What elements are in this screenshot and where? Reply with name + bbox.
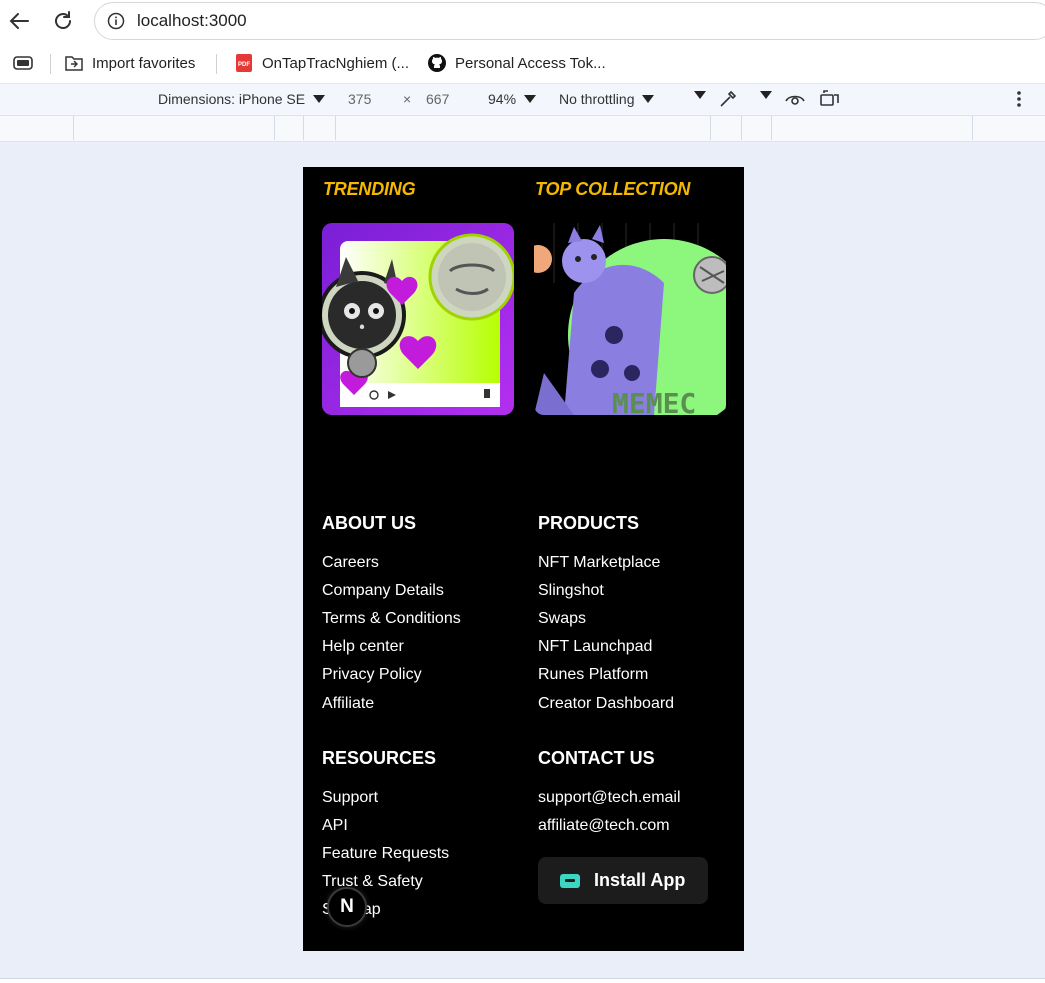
nextjs-dev-indicator[interactable]: N	[327, 887, 367, 927]
bookmark-import-favorites[interactable]: Import favorites	[64, 52, 195, 74]
info-icon[interactable]	[107, 12, 125, 35]
link-api[interactable]: API	[322, 817, 348, 835]
viewport-edge	[0, 978, 1045, 983]
trending-card-image[interactable]	[322, 223, 514, 415]
link-support[interactable]: Support	[322, 789, 378, 807]
install-app-button[interactable]: Install App	[538, 857, 708, 904]
bookmarks-bar: Import favorites PDF OnTapTracNghiem (..…	[0, 42, 1045, 84]
height-input[interactable]: 667	[426, 91, 449, 107]
eyedropper-icon[interactable]	[717, 88, 739, 110]
products-heading: PRODUCTS	[538, 513, 640, 533]
zoom-select[interactable]: 94%	[488, 91, 537, 107]
svg-text:PDF: PDF	[238, 62, 250, 68]
width-input[interactable]: 375	[348, 91, 371, 107]
times-sign: ×	[403, 91, 412, 107]
bookmark-ontaptracnghiem[interactable]: PDF OnTapTracNghiem (...	[234, 52, 409, 74]
link-help-center[interactable]: Help center	[322, 638, 404, 656]
ruler-tick	[335, 116, 336, 140]
ruler-tick	[771, 116, 772, 140]
ruler-tick	[741, 116, 742, 140]
throttling-label: No throttling	[559, 91, 635, 107]
bookmark-label: OnTapTracNghiem (...	[262, 54, 409, 72]
chevron-down-icon	[760, 91, 772, 99]
reload-icon	[55, 11, 71, 29]
link-company-details[interactable]: Company Details	[322, 582, 444, 600]
bookmark-label: Import favorites	[92, 54, 196, 72]
ruler-tick	[710, 116, 711, 140]
trending-title: TRENDING	[323, 179, 416, 199]
throttling-select[interactable]: No throttling	[559, 91, 655, 107]
ruler-tick	[274, 116, 275, 140]
ruler-tick	[73, 116, 74, 140]
device-label: Dimensions: iPhone SE	[158, 91, 306, 107]
link-support-email[interactable]: support@tech.email	[538, 789, 681, 807]
url-text: localhost:3000	[137, 11, 247, 30]
bookmark-personal-access-token[interactable]: Personal Access Tok...	[427, 52, 606, 74]
folder-import-icon	[64, 54, 84, 72]
tab-actions-icon[interactable]	[12, 52, 34, 74]
chevron-down-icon	[313, 95, 326, 103]
link-affiliate-email[interactable]: affiliate@tech.com	[538, 817, 670, 835]
chevron-down-icon	[694, 91, 706, 99]
media-query-ruler	[0, 116, 1045, 142]
top-collection-card-image[interactable]: MEMEC	[534, 223, 726, 415]
reload-button[interactable]	[50, 8, 76, 34]
contact-us-heading: CONTACT US	[538, 748, 655, 768]
more-options-dropdown[interactable]	[686, 91, 706, 99]
rotate-icon[interactable]	[818, 89, 842, 109]
link-swaps[interactable]: Swaps	[538, 610, 586, 628]
github-icon	[427, 53, 447, 73]
resources-heading: RESOURCES	[322, 748, 437, 768]
bookmark-divider	[216, 54, 217, 74]
bookmark-divider	[50, 54, 51, 74]
link-affiliate[interactable]: Affiliate	[322, 695, 374, 713]
zoom-label: 94%	[488, 91, 517, 107]
eyedropper-options-dropdown[interactable]	[752, 91, 772, 99]
chevron-down-icon	[524, 95, 537, 103]
link-terms-conditions[interactable]: Terms & Conditions	[322, 610, 461, 628]
memec-overlay-text: MEMEC	[612, 387, 696, 415]
ruler-tick	[303, 116, 304, 140]
link-careers[interactable]: Careers	[322, 554, 379, 572]
ruler-tick	[972, 116, 973, 140]
link-runes-platform[interactable]: Runes Platform	[538, 666, 648, 684]
emulated-page: TRENDING TOP COLLECTION MEMEC ABOUT US C…	[303, 167, 744, 951]
link-slingshot[interactable]: Slingshot	[538, 582, 604, 600]
link-feature-requests[interactable]: Feature Requests	[322, 845, 449, 863]
device-select[interactable]: Dimensions: iPhone SE	[158, 91, 326, 107]
link-nft-launchpad[interactable]: NFT Launchpad	[538, 638, 652, 656]
back-arrow-icon	[9, 13, 29, 29]
device-toolbar: Dimensions: iPhone SE 375 × 667 94% No t…	[0, 84, 1045, 116]
bookmark-label: Personal Access Tok...	[455, 54, 606, 72]
app-icon	[560, 873, 580, 888]
browser-toolbar: localhost:3000	[0, 0, 1045, 42]
kebab-menu-icon[interactable]	[1016, 89, 1022, 109]
link-privacy-policy[interactable]: Privacy Policy	[322, 666, 422, 684]
about-us-heading: ABOUT US	[322, 513, 416, 533]
install-app-label: Install App	[594, 870, 686, 890]
top-collection-title: TOP COLLECTION	[535, 179, 691, 199]
address-bar[interactable]: localhost:3000	[94, 2, 1045, 40]
link-creator-dashboard[interactable]: Creator Dashboard	[538, 695, 674, 713]
eye-icon[interactable]	[784, 89, 806, 109]
pdf-icon: PDF	[234, 53, 254, 73]
back-button[interactable]	[6, 8, 32, 34]
link-nft-marketplace[interactable]: NFT Marketplace	[538, 554, 660, 572]
chevron-down-icon	[642, 95, 655, 103]
